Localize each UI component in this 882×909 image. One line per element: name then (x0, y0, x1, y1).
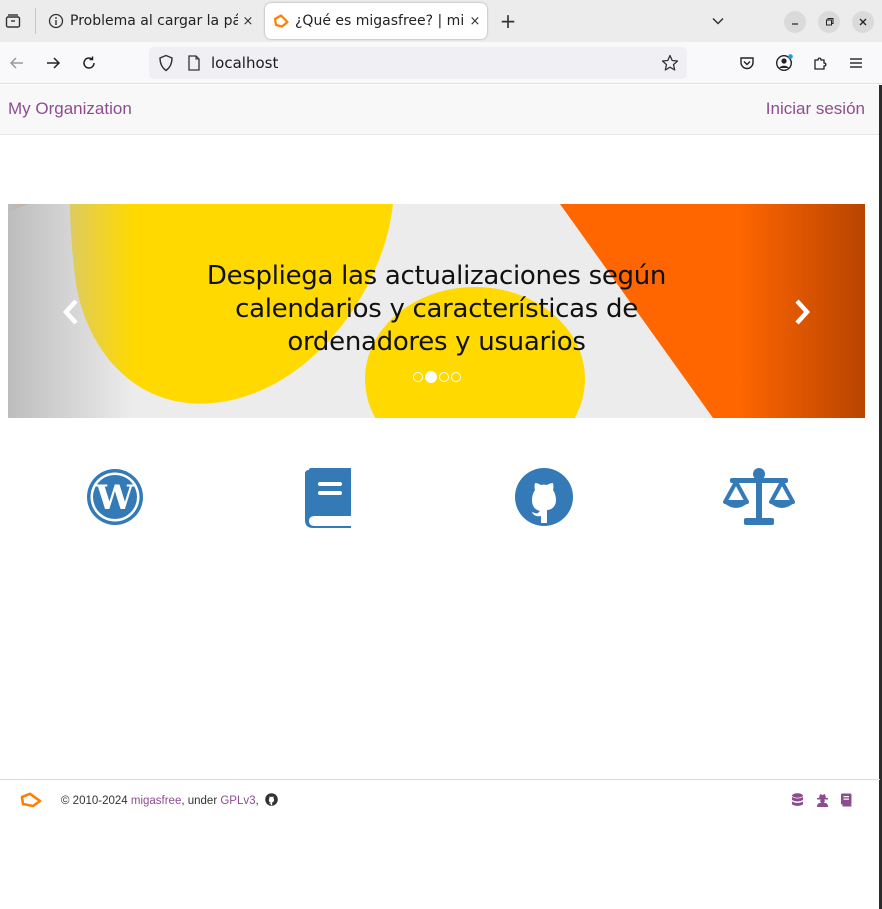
balance-scale-icon (723, 468, 795, 525)
carousel-indicator[interactable] (439, 372, 449, 382)
migasfree-link[interactable]: migasfree (131, 795, 182, 807)
browser-navigation-bar: localhost (0, 42, 882, 84)
tab-overflow-menu[interactable] (706, 9, 730, 33)
arrow-left-icon (9, 57, 23, 69)
book-icon (305, 468, 351, 528)
migasfree-logo-icon (20, 792, 42, 812)
carousel-next-button[interactable] (789, 297, 815, 327)
tab-list-icon (5, 14, 21, 28)
tab-close-icon[interactable]: × (467, 14, 483, 29)
page-icon (187, 55, 201, 75)
reload-icon (83, 56, 95, 69)
chevron-left-icon (62, 299, 78, 325)
carousel-indicator-active[interactable] (425, 371, 437, 383)
docs-book-icon[interactable] (839, 792, 853, 808)
database-icon[interactable] (790, 792, 804, 808)
tab-list-button[interactable] (0, 0, 26, 42)
footer-copyright: © 2010-2024 migasfree, under GPLv3, (61, 793, 278, 809)
carousel-caption: Despliega las actualizaciones según cale… (206, 261, 667, 357)
back-button[interactable] (5, 51, 29, 75)
arrow-right-icon (47, 57, 61, 69)
tab-problem-loading[interactable]: Problema al cargar la pág × (40, 3, 260, 39)
github-icon (515, 468, 573, 526)
restore-icon (826, 18, 834, 26)
account-button[interactable] (772, 51, 796, 75)
minimize-icon (792, 23, 798, 25)
reload-button[interactable] (77, 51, 101, 75)
tab-title: Problema al cargar la pág (70, 13, 238, 29)
github-link[interactable] (504, 462, 584, 532)
carousel-indicators (413, 371, 461, 383)
site-navbar: My Organization Iniciar sesión (0, 85, 880, 135)
documentation-link[interactable] (289, 462, 369, 532)
tab-close-icon[interactable]: × (240, 14, 256, 29)
pocket-icon (740, 57, 754, 70)
wordpress-link[interactable]: W (75, 462, 155, 532)
github-small-icon[interactable] (265, 793, 278, 809)
carousel-indicator[interactable] (451, 372, 461, 382)
forward-button[interactable] (41, 51, 65, 75)
svg-text:W: W (95, 478, 135, 518)
carousel-indicator[interactable] (413, 372, 423, 382)
info-icon (48, 13, 64, 29)
url-text: localhost (211, 54, 279, 72)
pocket-button[interactable] (735, 51, 759, 75)
account-icon (775, 54, 793, 72)
site-footer: © 2010-2024 migasfree, under GPLv3, (0, 779, 880, 821)
bookmark-star-icon[interactable] (661, 54, 679, 76)
app-menu-button[interactable] (844, 51, 868, 75)
under-text: , under (181, 795, 221, 807)
comma-text: , (255, 795, 259, 807)
tab-migasfree[interactable]: ¿Qué es migasfree? | miga × (265, 3, 487, 39)
migasfree-favicon-icon (273, 13, 289, 29)
browser-tab-bar: Problema al cargar la pág × ¿Qué es miga… (0, 0, 882, 42)
chevron-right-icon (795, 299, 811, 325)
close-icon (859, 18, 867, 26)
feature-links: W (8, 462, 865, 532)
new-tab-button[interactable]: + (496, 8, 520, 34)
user-secret-icon[interactable] (815, 792, 829, 808)
chevron-down-icon (712, 17, 724, 25)
gplv3-link[interactable]: GPLv3 (220, 795, 255, 807)
login-link[interactable]: Iniciar sesión (766, 99, 865, 119)
tab-separator (35, 8, 36, 34)
shield-icon[interactable] (157, 54, 175, 76)
address-bar[interactable]: localhost (149, 47, 687, 79)
close-window-button[interactable] (852, 11, 874, 33)
restore-button[interactable] (818, 11, 840, 33)
puzzle-icon (814, 57, 827, 70)
tab-title: ¿Qué es migasfree? | miga (295, 13, 465, 29)
license-link[interactable] (719, 462, 799, 532)
minimize-button[interactable] (784, 11, 806, 33)
copyright-text: © 2010-2024 (61, 795, 131, 807)
hamburger-menu-icon (850, 58, 862, 68)
wordpress-icon: W (87, 469, 143, 525)
brand-link[interactable]: My Organization (8, 99, 132, 119)
hero-carousel: Despliega las actualizaciones según cale… (8, 204, 865, 418)
carousel-prev-button[interactable] (58, 297, 84, 327)
extensions-button[interactable] (808, 51, 832, 75)
